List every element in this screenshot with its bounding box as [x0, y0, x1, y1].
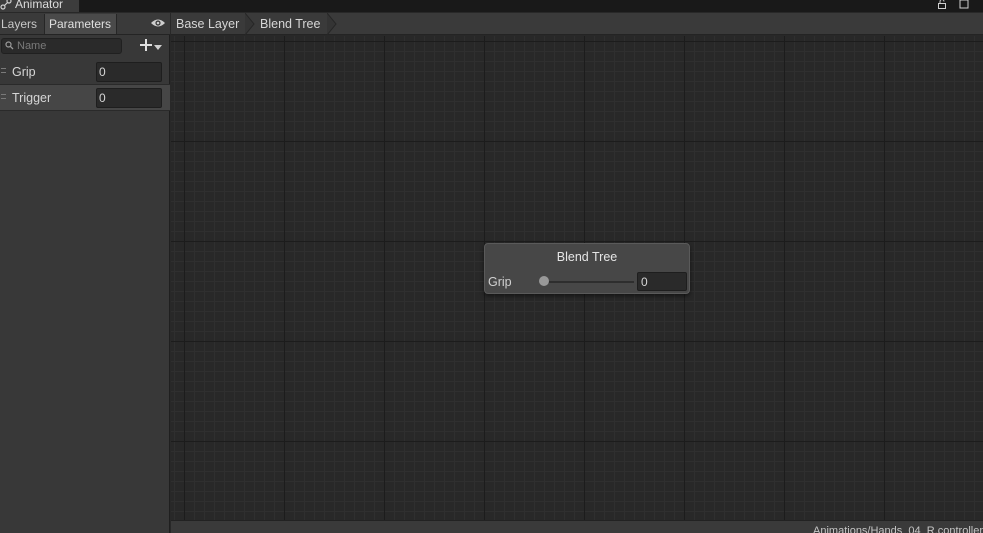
search-input[interactable]: [17, 39, 117, 53]
animator-tab[interactable]: Animator: [0, 0, 80, 12]
graph-canvas[interactable]: Blend Tree Grip: [171, 36, 983, 520]
breadcrumb-separator-icon: [326, 12, 337, 36]
blend-tree-node[interactable]: Blend Tree Grip: [484, 243, 690, 294]
search-row: [0, 36, 170, 58]
parameter-name: Grip: [12, 65, 36, 79]
breadcrumb: Base Layer Blend Tree: [171, 12, 983, 36]
parameter-value-field[interactable]: [96, 88, 162, 108]
plus-icon: [139, 38, 153, 55]
breadcrumb-blend-tree[interactable]: Blend Tree: [260, 13, 320, 35]
controller-path: Animations/Hands_04_R.controller: [813, 525, 983, 533]
animator-window: Animator Layers Parameters Name Grip 0 T…: [0, 0, 983, 533]
drag-handle-icon[interactable]: [1, 68, 6, 73]
add-parameter-button[interactable]: [139, 38, 167, 55]
lock-icon[interactable]: [937, 0, 947, 9]
window-title: Animator: [15, 0, 64, 11]
drag-handle-icon[interactable]: [1, 94, 6, 99]
window-menu-icon[interactable]: [959, 0, 969, 9]
breadcrumb-base-layer[interactable]: Base Layer: [176, 13, 239, 35]
node-parameter-label: Grip: [488, 275, 512, 289]
tab-layers[interactable]: Layers: [0, 14, 43, 34]
parameter-name: Trigger: [12, 91, 52, 105]
node-title: Blend Tree: [556, 250, 618, 264]
breadcrumb-separator-icon: [244, 12, 255, 36]
blend-slider-track[interactable]: [542, 281, 634, 283]
parameters-panel: Layers Parameters Name Grip 0 Trigger 0: [0, 13, 170, 533]
search-icon: [5, 39, 14, 53]
status-bar: Animations/Hands_04_R.controller: [171, 520, 983, 533]
parameter-value-field[interactable]: [96, 62, 162, 82]
tab-parameters[interactable]: Parameters: [44, 14, 117, 34]
blend-slider-thumb[interactable]: [539, 276, 549, 286]
search-field[interactable]: [1, 38, 122, 54]
title-bar: Animator: [0, 0, 983, 12]
parameter-row-trigger[interactable]: Trigger: [0, 85, 170, 111]
eye-icon[interactable]: [150, 17, 166, 29]
chevron-down-icon: [153, 40, 163, 54]
blend-value-field[interactable]: [637, 272, 687, 291]
parameter-list: Grip Trigger: [0, 59, 170, 111]
animator-icon: [0, 0, 12, 10]
panel-tabs: Layers Parameters: [0, 13, 170, 35]
parameter-row-grip[interactable]: Grip: [0, 59, 170, 85]
